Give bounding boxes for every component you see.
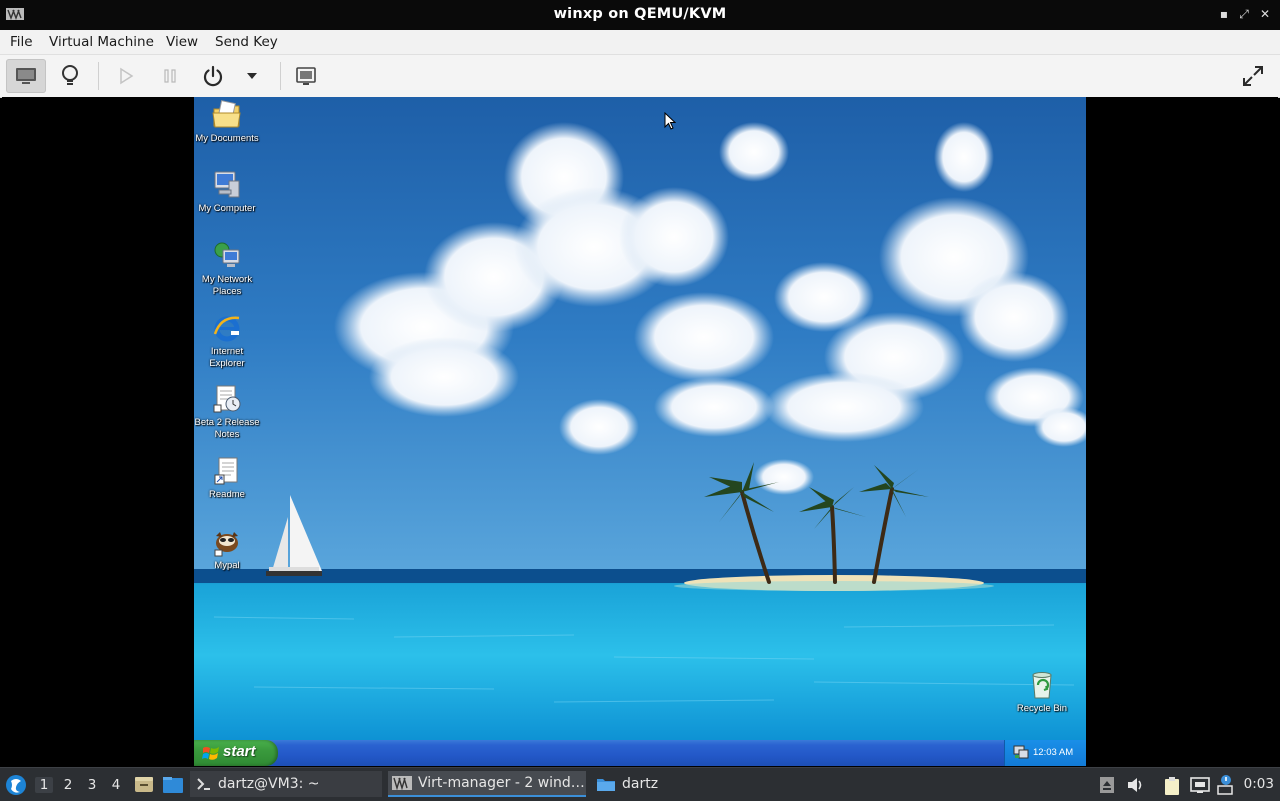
play-icon — [120, 67, 134, 85]
window-title: winxp on QEMU/KVM — [553, 6, 727, 22]
desktop-icon-my-documents[interactable]: My Documents — [194, 99, 263, 145]
desktop-icon-my-computer[interactable]: My Computer — [194, 169, 263, 215]
internet-explorer-icon — [213, 316, 240, 342]
desktop-wallpaper — [194, 97, 1086, 740]
desktop-icon-mypal[interactable]: Mypal — [194, 526, 263, 572]
lightbulb-icon — [62, 65, 78, 85]
task-terminal[interactable]: dartz@VM3: ~ — [190, 771, 382, 797]
desktop-icon-recycle-bin[interactable]: Recycle Bin — [1006, 669, 1078, 715]
window-titlebar[interactable]: winxp on QEMU/KVM ▪ ⤢ ✕ — [0, 0, 1280, 30]
close-button[interactable]: ✕ — [1257, 6, 1273, 22]
volume-icon[interactable] — [1126, 776, 1146, 794]
workspace-1[interactable]: 1 — [35, 777, 53, 793]
network-places-icon — [214, 242, 240, 267]
my-documents-icon — [212, 100, 241, 128]
terminal-icon — [197, 778, 210, 790]
workspace-2[interactable]: 2 — [59, 777, 77, 793]
shutdown-button[interactable] — [193, 59, 233, 93]
distro-menu-icon[interactable] — [4, 773, 28, 797]
run-button[interactable] — [106, 59, 146, 93]
menu-file[interactable]: File — [10, 34, 33, 50]
workspace-3[interactable]: 3 — [83, 777, 101, 793]
snapshots-icon — [296, 67, 316, 85]
show-details-button[interactable] — [50, 59, 90, 93]
pause-icon — [164, 69, 176, 83]
desktop-icon-my-network-places[interactable]: My Network Places — [194, 240, 263, 297]
shutdown-menu-button[interactable] — [232, 59, 272, 93]
windows-flag-icon — [202, 747, 219, 760]
workspace-4[interactable]: 4 — [107, 777, 125, 793]
guest-screen[interactable]: My Documents My Computer My Network Plac… — [194, 97, 1086, 766]
task-file-manager[interactable]: dartz — [592, 771, 712, 797]
system-tray: 12:03 AM — [1004, 740, 1086, 766]
guest-clock[interactable]: 12:03 AM — [1033, 747, 1073, 758]
desktop-icon-readme[interactable]: Readme — [194, 455, 263, 501]
clipboard-icon[interactable] — [1162, 776, 1182, 796]
desktop-icon-internet-explorer[interactable]: Internet Explorer — [194, 312, 263, 369]
task-virt-manager[interactable]: Virt-manager - 2 wind… — [388, 771, 586, 797]
desktop-icon-beta2-release-notes[interactable]: Beta 2 Release Notes — [194, 383, 263, 440]
readme-icon — [214, 457, 238, 485]
toolbar-separator — [280, 62, 281, 90]
maximize-button[interactable]: ⤢ — [1236, 6, 1252, 22]
monitor-icon — [16, 68, 36, 84]
network-icon[interactable] — [1190, 776, 1210, 794]
toolbar — [0, 55, 1280, 98]
virt-manager-icon — [392, 776, 412, 790]
release-notes-icon — [213, 385, 241, 413]
menu-virtual-machine[interactable]: Virtual Machine — [49, 34, 154, 50]
vm-console[interactable]: My Documents My Computer My Network Plac… — [2, 97, 1278, 766]
eject-icon[interactable] — [1099, 776, 1115, 794]
toolbar-separator — [98, 62, 99, 90]
recycle-bin-icon — [1032, 672, 1052, 699]
file-manager-launcher-icon[interactable] — [162, 776, 184, 794]
menu-bar: File Virtual Machine View Send Key — [0, 30, 1280, 55]
mypal-icon — [214, 532, 238, 557]
fullscreen-icon — [1243, 66, 1263, 86]
folder-icon — [597, 779, 615, 791]
my-computer-icon — [214, 171, 240, 198]
pause-button[interactable] — [150, 59, 190, 93]
dropdown-arrow-icon — [247, 73, 257, 79]
snapshots-button[interactable] — [286, 59, 326, 93]
guest-taskbar: start 12:03 AM — [194, 740, 1086, 766]
fullscreen-button[interactable] — [1233, 59, 1273, 93]
minimize-button[interactable]: ▪ — [1216, 6, 1232, 22]
show-console-button[interactable] — [6, 59, 46, 93]
host-taskbar: 1 2 3 4 dartz@VM3: ~ Virt-manager - 2 wi… — [0, 767, 1280, 801]
power-icon — [203, 65, 223, 87]
host-clock[interactable]: 0:03 — [1244, 776, 1274, 792]
menu-send-key[interactable]: Send Key — [215, 34, 278, 50]
mouse-cursor-icon — [664, 112, 676, 130]
show-desktop-icon[interactable] — [134, 776, 154, 794]
menu-view[interactable]: View — [166, 34, 198, 50]
network-tray-icon[interactable] — [1013, 745, 1029, 759]
start-button[interactable]: start — [194, 740, 278, 766]
notification-icon[interactable] — [1216, 774, 1234, 796]
